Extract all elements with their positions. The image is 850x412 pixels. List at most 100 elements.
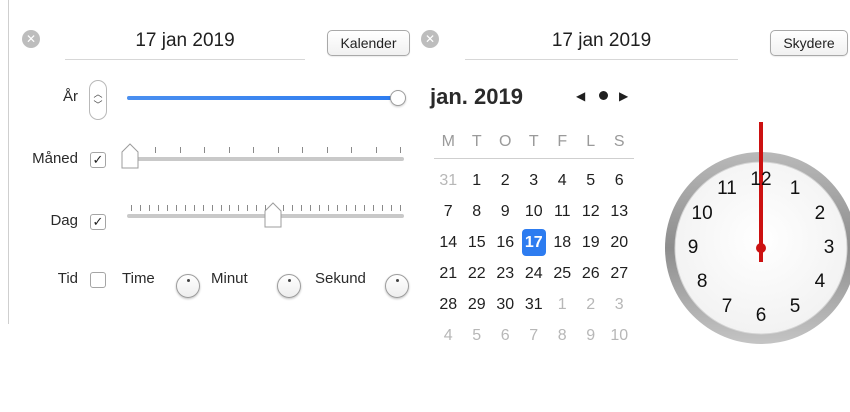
- weekday-label: T: [528, 133, 539, 150]
- day-cell[interactable]: 9: [491, 196, 520, 227]
- day-cell[interactable]: 26: [577, 258, 606, 289]
- day-slider-knob[interactable]: [264, 202, 282, 228]
- day-cell[interactable]: 3: [605, 289, 634, 320]
- clear-date-icon[interactable]: ✕: [22, 30, 40, 48]
- day-label: Dag: [50, 212, 78, 229]
- minute-dial[interactable]: [277, 274, 301, 298]
- day-cell[interactable]: 7: [434, 196, 463, 227]
- weekday-row: MTOTFLS: [434, 128, 634, 156]
- clock-number: 7: [721, 295, 733, 317]
- day-cell[interactable]: 31: [434, 165, 463, 196]
- day-cell[interactable]: 21: [434, 258, 463, 289]
- previous-month-icon[interactable]: ◀: [576, 89, 585, 103]
- day-cell[interactable]: 12: [577, 196, 606, 227]
- date-field-right[interactable]: 17 jan 2019: [465, 26, 738, 60]
- day-cell[interactable]: 2: [577, 289, 606, 320]
- calendar-divider: [434, 158, 634, 159]
- time-checkbox[interactable]: [90, 272, 106, 288]
- clock-number: 5: [789, 295, 801, 317]
- weekday-label: S: [613, 133, 625, 150]
- day-cell[interactable]: 10: [605, 320, 634, 351]
- day-cell[interactable]: 4: [548, 165, 577, 196]
- hour-label: Time: [122, 270, 155, 287]
- day-cell[interactable]: 9: [577, 320, 606, 351]
- weekday-label: O: [499, 133, 512, 150]
- day-cell[interactable]: 4: [434, 320, 463, 351]
- day-cell[interactable]: 23: [491, 258, 520, 289]
- clock-number: 10: [691, 203, 713, 224]
- day-cell[interactable]: 3: [520, 165, 549, 196]
- clock-number: 2: [814, 203, 826, 224]
- calendar: MTOTFLS 31 1 2 3 4 5 6 7 8 9 10 11 12 13 14 15 16 17 18 19 2…: [434, 128, 634, 351]
- month-label: Måned: [32, 150, 78, 167]
- day-cell[interactable]: 16: [491, 227, 520, 258]
- day-cell[interactable]: 6: [491, 320, 520, 351]
- day-cell[interactable]: 29: [463, 289, 492, 320]
- chevron-down-icon[interactable]: ﹀: [93, 100, 102, 111]
- clock-number: 8: [696, 271, 708, 292]
- day-cell[interactable]: 10: [520, 196, 549, 227]
- days-grid: 31 1 2 3 4 5 6 7 8 9 10 11 12 13 14 15 16 17 18 19 20 21 22 23 2…: [434, 165, 634, 351]
- clear-date-icon-right[interactable]: ✕: [421, 30, 439, 48]
- day-cell[interactable]: 22: [463, 258, 492, 289]
- clock-number: 6: [755, 305, 767, 326]
- day-cell[interactable]: 5: [463, 320, 492, 351]
- skydere-button[interactable]: Skydere: [770, 30, 848, 56]
- minute-label: Minut: [211, 270, 248, 287]
- day-cell[interactable]: 27: [605, 258, 634, 289]
- weekday-label: T: [471, 133, 482, 150]
- second-label: Sekund: [315, 270, 366, 287]
- month-slider-track[interactable]: [127, 157, 404, 161]
- day-cell[interactable]: 18: [548, 227, 577, 258]
- day-cell[interactable]: 1: [463, 165, 492, 196]
- day-cell[interactable]: 28: [434, 289, 463, 320]
- year-label: År: [63, 88, 78, 105]
- chevron-up-icon[interactable]: ︿: [93, 89, 102, 100]
- day-cell[interactable]: 13: [605, 196, 634, 227]
- day-cell[interactable]: 14: [434, 227, 463, 258]
- clock-number: 11: [717, 178, 737, 200]
- weekday-label: M: [441, 133, 455, 150]
- day-cell-selected[interactable]: 17: [520, 227, 549, 258]
- month-ticks: [131, 147, 401, 153]
- clock-numbers: 12 1 2 3 4 5 6 7 8 9 10 11: [664, 112, 850, 397]
- weekday-label: L: [586, 133, 596, 150]
- day-checkbox[interactable]: ✓: [90, 214, 106, 230]
- clock-number: 4: [814, 271, 826, 292]
- clock-number: 1: [789, 178, 801, 200]
- day-cell[interactable]: 15: [463, 227, 492, 258]
- year-slider-track[interactable]: [127, 96, 402, 100]
- month-checkbox[interactable]: ✓: [90, 152, 106, 168]
- day-cell[interactable]: 8: [548, 320, 577, 351]
- day-cell[interactable]: 8: [463, 196, 492, 227]
- day-cell[interactable]: 6: [605, 165, 634, 196]
- day-cell[interactable]: 25: [548, 258, 577, 289]
- selected-day[interactable]: 17: [521, 229, 546, 256]
- year-stepper[interactable]: ︿ ﹀: [89, 80, 107, 120]
- day-cell[interactable]: 30: [491, 289, 520, 320]
- month-slider-knob[interactable]: [121, 143, 139, 169]
- kalender-button[interactable]: Kalender: [327, 30, 410, 56]
- second-dial[interactable]: [385, 274, 409, 298]
- day-cell[interactable]: 7: [520, 320, 549, 351]
- clock-number: 9: [687, 237, 699, 258]
- weekday-label: F: [557, 133, 568, 150]
- clock-number: 3: [823, 237, 835, 258]
- day-cell[interactable]: 20: [605, 227, 634, 258]
- year-slider-knob[interactable]: [390, 90, 406, 106]
- month-title: jan. 2019: [430, 84, 523, 109]
- day-cell[interactable]: 31: [520, 289, 549, 320]
- date-field[interactable]: 17 jan 2019: [65, 26, 305, 60]
- day-cell[interactable]: 24: [520, 258, 549, 289]
- hour-dial[interactable]: [176, 274, 200, 298]
- day-cell[interactable]: 1: [548, 289, 577, 320]
- today-icon[interactable]: [599, 91, 608, 100]
- year-slider-fill: [127, 96, 402, 100]
- day-cell[interactable]: 2: [491, 165, 520, 196]
- day-cell[interactable]: 11: [548, 196, 577, 227]
- day-cell[interactable]: 19: [577, 227, 606, 258]
- next-month-icon[interactable]: ▶: [619, 89, 628, 103]
- clock-number: 12: [750, 169, 772, 190]
- day-cell[interactable]: 5: [577, 165, 606, 196]
- time-label: Tid: [57, 270, 78, 287]
